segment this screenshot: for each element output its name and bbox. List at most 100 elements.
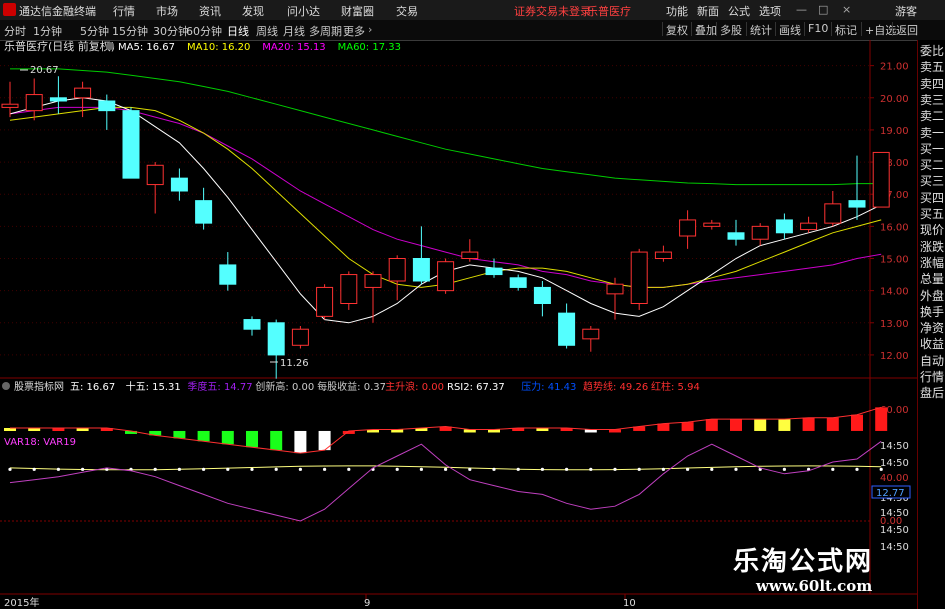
- candle-body: [800, 222, 818, 231]
- menu-news[interactable]: 资讯: [199, 3, 221, 19]
- x-label-year: 2015年: [4, 596, 39, 609]
- candle-body: [437, 261, 455, 292]
- candle-body: [98, 100, 116, 112]
- minimize-icon[interactable]: —: [796, 3, 807, 16]
- indicator-tick-label: 14:50: [880, 542, 909, 553]
- indicator-dot: [347, 467, 351, 471]
- indicator-dot: [274, 467, 278, 471]
- indicator-legend-item: 压力: 41.43: [521, 380, 576, 393]
- period-daily[interactable]: 日线: [227, 23, 249, 39]
- rsi-line: [9, 440, 882, 522]
- price-tick-label: 20.00: [880, 94, 909, 105]
- indicator-value: 12.77: [876, 488, 905, 499]
- indicator-title: 股票指标网: [14, 380, 64, 393]
- indicator-bar: [246, 430, 258, 448]
- quote-panel-label: 总量: [920, 272, 945, 287]
- guest-label[interactable]: 游客: [895, 3, 917, 19]
- menu-market[interactable]: 市场: [156, 3, 178, 19]
- chevron-right-icon[interactable]: ›: [368, 23, 372, 36]
- indicator-dot: [419, 467, 423, 471]
- indicator-legend-item: 季度五: 14.77: [187, 380, 252, 393]
- quote-panel-label[interactable]: 行情: [920, 368, 944, 385]
- period-multi[interactable]: 多周期: [309, 23, 342, 39]
- kline-chart[interactable]: 乐普医疗(日线 前复权) MA5: 16.67 MA10: 16.20 MA20: …: [0, 40, 917, 609]
- btn-back[interactable]: 返回: [892, 22, 921, 37]
- quote-panel-label: 卖四: [920, 76, 945, 91]
- menu-function[interactable]: 功能: [666, 3, 688, 19]
- period-tick[interactable]: 分时: [4, 23, 26, 39]
- indicator-bar: [802, 417, 815, 431]
- menu-formula[interactable]: 公式: [728, 3, 750, 19]
- btn-draw[interactable]: 画线: [775, 22, 804, 37]
- indicator-dot: [153, 467, 157, 471]
- btn-multi-stock[interactable]: 多股: [716, 22, 745, 37]
- indicator-dot: [879, 467, 883, 471]
- candle-body: [679, 219, 697, 237]
- indicator-legend-item: 创新高: 0.00: [255, 380, 314, 393]
- candle-body: [848, 200, 866, 208]
- indicator-bars: [4, 407, 888, 454]
- menu-new-page[interactable]: 新面: [697, 3, 719, 19]
- indicator-dot: [177, 467, 181, 471]
- watermark-cn: 乐淘公式网: [733, 547, 874, 577]
- quote-panel-label[interactable]: 盘后: [920, 384, 944, 401]
- period-15min[interactable]: 15分钟: [112, 23, 148, 39]
- close-icon[interactable]: ×: [842, 3, 851, 16]
- btn-stats[interactable]: 统计: [746, 22, 775, 37]
- btn-mark[interactable]: 标记: [831, 22, 860, 37]
- period-more[interactable]: 更多: [343, 23, 365, 39]
- quote-panel-label: 涨幅: [920, 255, 945, 270]
- candle-body: [267, 322, 285, 356]
- quote-panel-label: 涨跌: [920, 239, 945, 254]
- btn-adjust[interactable]: 复权: [662, 22, 691, 37]
- indicator-bar: [851, 414, 863, 431]
- indicator-dot: [444, 467, 448, 471]
- quote-panel-label: 现价: [920, 223, 945, 238]
- indicator-bar: [681, 422, 694, 431]
- price-tick-label: 21.00: [880, 62, 909, 73]
- menu-trade[interactable]: 交易: [396, 3, 418, 19]
- btn-f10[interactable]: F10: [804, 22, 831, 36]
- candle-body: [872, 151, 890, 208]
- period-5min[interactable]: 5分钟: [80, 23, 109, 39]
- settings-dot-icon: [106, 42, 114, 50]
- indicator-dot: [734, 467, 738, 471]
- indicator-dot: [298, 467, 302, 471]
- menu-options[interactable]: 选项: [759, 3, 781, 19]
- candle-body: [558, 312, 576, 346]
- indicator-dot: [637, 467, 641, 471]
- period-30min[interactable]: 30分钟: [153, 23, 189, 39]
- indicator-dot: [8, 467, 12, 471]
- price-tick-label: 19.00: [880, 126, 909, 137]
- menu-wealth[interactable]: 财富圈: [341, 3, 374, 19]
- candle-body: [775, 219, 793, 234]
- candle-body: [291, 328, 309, 346]
- candle-body: [630, 251, 648, 304]
- menu-discover[interactable]: 发现: [242, 3, 264, 19]
- quote-panel-label: 卖五: [920, 60, 945, 75]
- menu-quotes[interactable]: 行情: [113, 3, 135, 19]
- indicator-tick-label: 40.00: [880, 473, 909, 484]
- indicator-bar: [221, 430, 234, 445]
- price-tick-label: 16.00: [880, 222, 909, 233]
- candle-body: [195, 200, 213, 224]
- candle-body: [727, 232, 745, 240]
- maximize-icon[interactable]: □: [818, 3, 828, 16]
- period-60min[interactable]: 60分钟: [186, 23, 222, 39]
- period-1min[interactable]: 1分钟: [33, 23, 62, 39]
- candles: [1, 76, 890, 379]
- quote-panel-label: 外盘: [920, 288, 945, 303]
- quote-panel: 委比 卖五 卖四 卖三 卖二 卖一 买一 买二 买三 买四 买五 现价 涨跌 涨幅 总量 外盘 换手 净资 收益 自动…: [917, 40, 945, 609]
- period-monthly[interactable]: 月线: [283, 23, 305, 39]
- login-status[interactable]: 证券交易未登录: [514, 3, 591, 19]
- indicator-legend-item: 每股收益: 0.37: [317, 380, 386, 393]
- watermark-url: www.60lt.com: [756, 577, 873, 595]
- candle-body: [485, 267, 503, 276]
- candle-body: [146, 164, 164, 186]
- low-price-label: 11.26: [280, 358, 309, 369]
- period-weekly[interactable]: 周线: [256, 23, 278, 39]
- indicator-dot: [81, 467, 85, 471]
- quote-panel-label[interactable]: 自动: [920, 352, 944, 369]
- menu-ask[interactable]: 问小达: [287, 3, 320, 19]
- period-toolbar: 分时 1分钟 5分钟 15分钟 30分钟 60分钟 日线 周线 月线 多周期 更…: [0, 20, 945, 41]
